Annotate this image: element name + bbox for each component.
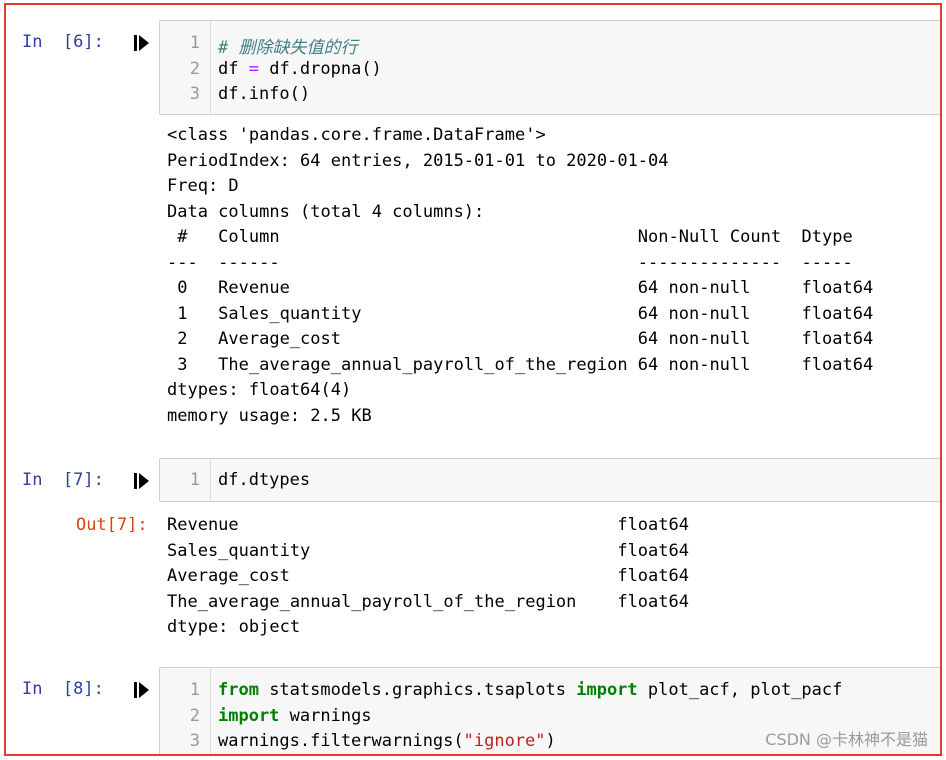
code-text: warnings.filterwarnings( — [218, 731, 464, 751]
output-line: dtypes: float64(4) — [167, 380, 352, 400]
code-text: statsmodels.graphics.tsaplots — [258, 680, 577, 700]
code-line: warnings.filterwarnings("ignore") — [218, 731, 556, 751]
output-line: Sales_quantity float64 — [167, 541, 689, 561]
code-input-area[interactable]: 1 df.dtypes — [159, 458, 940, 502]
line-number: 1 — [189, 33, 200, 53]
code-cell-6[interactable]: In [6]: 1 2 3 # 删除缺失值的行 df = df.dropna()… — [6, 5, 940, 455]
code-keyword: import — [576, 680, 638, 700]
code-comment: # 删除缺失值的行 — [218, 38, 358, 58]
input-prompt: In [7]: — [22, 470, 104, 490]
output-line: memory usage: 2.5 KB — [167, 406, 372, 426]
code-string: "ignore" — [463, 731, 546, 751]
line-number: 3 — [189, 731, 200, 751]
run-cell-icon[interactable] — [134, 34, 150, 52]
run-cell-icon[interactable] — [134, 472, 150, 490]
code-cell-7[interactable]: In [7]: 1 df.dtypes Out[7]: Revenue floa… — [6, 455, 940, 660]
output-line: Freq: D — [167, 176, 239, 196]
code-text: warnings — [279, 706, 372, 726]
line-number-gutter: 1 — [160, 459, 211, 501]
notebook-screenshot-frame: In [6]: 1 2 3 # 删除缺失值的行 df = df.dropna()… — [4, 3, 942, 756]
code-line: df = df.dropna() — [218, 59, 382, 79]
code-keyword: from — [218, 680, 259, 700]
line-number: 2 — [189, 59, 200, 79]
output-line: The_average_annual_payroll_of_the_region… — [167, 592, 689, 612]
output-line: Data columns (total 4 columns): — [167, 202, 485, 222]
code-line: import warnings — [218, 706, 372, 726]
code-line: df.dtypes — [218, 470, 311, 490]
line-number: 2 — [189, 706, 200, 726]
line-number: 1 — [189, 470, 200, 490]
code-text: plot_acf, plot_pacf — [637, 680, 843, 700]
code-input-area[interactable]: 1 2 3 # 删除缺失值的行 df = df.dropna() df.info… — [159, 20, 940, 115]
code-operator: = — [248, 59, 259, 79]
csdn-watermark: CSDN @卡林神不是猫 — [765, 730, 928, 749]
code-text: ) — [545, 731, 556, 751]
output-line: 0 Revenue 64 non-null float64 — [167, 278, 874, 298]
line-number: 1 — [189, 680, 200, 700]
output-line: 3 The_average_annual_payroll_of_the_regi… — [167, 355, 874, 375]
output-line: PeriodIndex: 64 entries, 2015-01-01 to 2… — [167, 151, 669, 171]
output-line: --- ------ -------------- ----- — [167, 253, 874, 273]
input-prompt: In [8]: — [22, 679, 104, 699]
output-line: # Column Non-Null Count Dtype — [167, 227, 874, 247]
output-line: 1 Sales_quantity 64 non-null float64 — [167, 304, 874, 324]
output-line: Revenue float64 — [167, 515, 689, 535]
line-number: 3 — [189, 84, 200, 104]
code-text: df — [218, 59, 249, 79]
line-number-gutter: 1 2 3 — [160, 668, 211, 754]
output-prompt: Out[7]: — [76, 515, 148, 535]
code-line: df.info() — [218, 84, 311, 104]
output-line: Average_cost float64 — [167, 566, 689, 586]
output-line: dtype: object — [167, 617, 301, 637]
output-line: <class 'pandas.core.frame.DataFrame'> — [167, 125, 546, 145]
code-keyword: import — [218, 706, 280, 726]
run-cell-icon[interactable] — [134, 681, 150, 699]
code-line: from statsmodels.graphics.tsaplots impor… — [218, 680, 842, 700]
input-prompt: In [6]: — [22, 32, 104, 52]
code-text: df.dropna() — [258, 59, 382, 79]
output-line: 2 Average_cost 64 non-null float64 — [167, 329, 874, 349]
line-number-gutter: 1 2 3 — [160, 21, 211, 114]
